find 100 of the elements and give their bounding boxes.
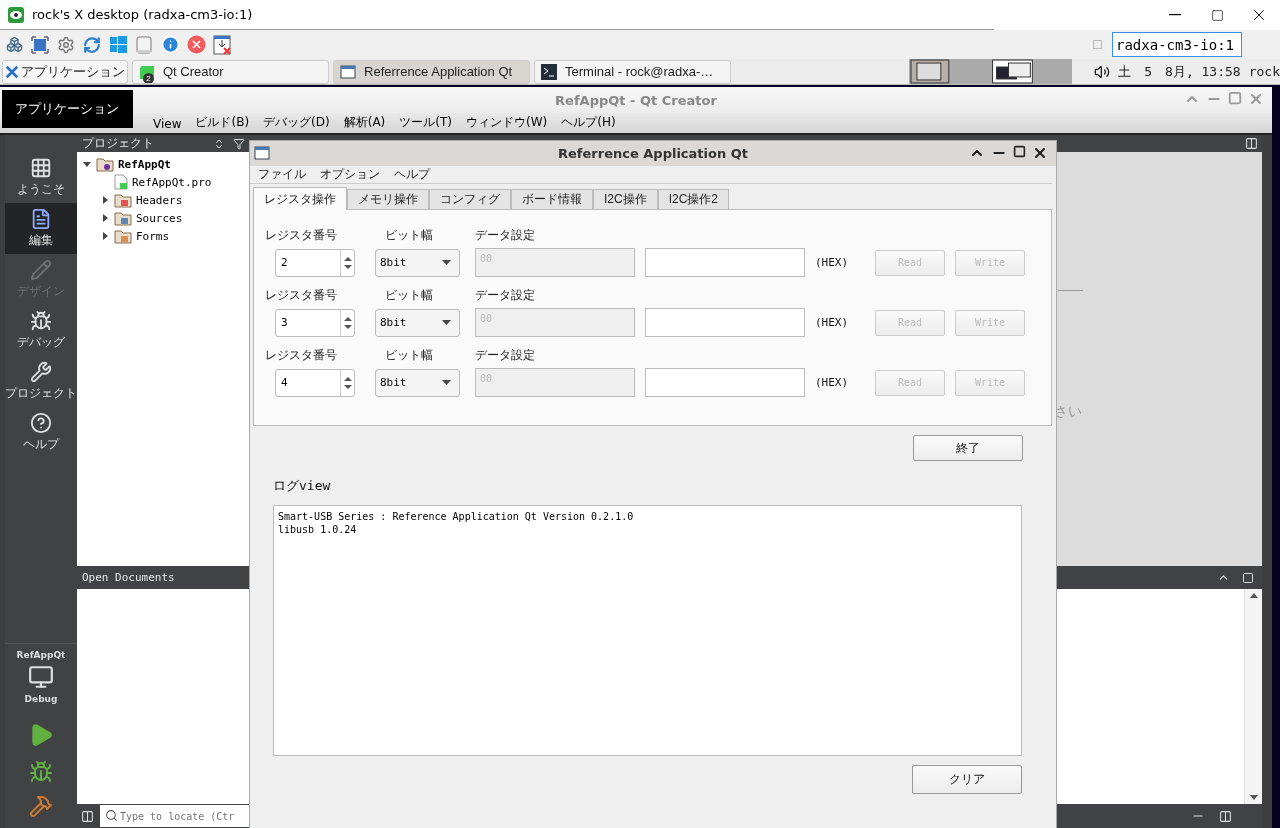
monitor-icon[interactable] xyxy=(28,664,54,690)
taskbar-task[interactable]: Referrence Application Qt xyxy=(333,59,531,84)
dropdown[interactable]: 8bit xyxy=(375,368,460,397)
locate-field[interactable]: Type to locate (Ctr xyxy=(100,805,249,827)
tab[interactable]: レジスタ操作 xyxy=(253,187,347,210)
dropdown[interactable]: 8bit xyxy=(375,308,460,337)
menu-item[interactable]: ツール(T) xyxy=(394,114,457,133)
menu-item[interactable]: ヘルプ(H) xyxy=(556,114,621,133)
refresh-icon[interactable] xyxy=(82,34,102,55)
windows-logo-icon[interactable] xyxy=(108,34,128,55)
sidebar-toggle-icon[interactable] xyxy=(1219,809,1232,823)
menu-item[interactable]: ビルド(B) xyxy=(190,114,255,133)
panel-menu-icon[interactable] xyxy=(1242,571,1254,584)
spin-box[interactable]: 2 xyxy=(275,248,355,277)
tab[interactable]: ボード情報 xyxy=(511,189,593,210)
input-field[interactable] xyxy=(645,248,805,277)
x-logo-icon xyxy=(5,63,19,80)
tab[interactable]: I2C操作 xyxy=(593,189,658,210)
spin-arrows-icon[interactable] xyxy=(343,255,352,270)
field-label: データ設定 xyxy=(475,286,536,304)
mode-button[interactable]: 編集 xyxy=(5,203,77,254)
spin-box[interactable]: 4 xyxy=(275,368,355,397)
fullscreen-icon[interactable] xyxy=(30,34,50,55)
tab[interactable]: メモリ操作 xyxy=(347,189,429,210)
caret-icon xyxy=(442,320,451,325)
help-icon xyxy=(30,412,52,434)
field-label: ビット幅 xyxy=(385,286,434,304)
collapsed-arrow-icon[interactable] xyxy=(100,231,110,241)
document-icon xyxy=(30,208,52,230)
tree-item[interactable]: Sources xyxy=(136,211,183,225)
kit-config-label: Debug xyxy=(24,694,58,704)
wrench-icon xyxy=(30,361,52,383)
disconnect-icon[interactable] xyxy=(186,34,206,55)
collapsed-arrow-icon[interactable] xyxy=(100,213,110,223)
expanded-arrow-icon[interactable] xyxy=(82,159,92,169)
menu-item[interactable]: ファイル xyxy=(258,166,306,183)
sort-icon[interactable] xyxy=(213,137,225,150)
taskbar-task[interactable]: Terminal - rock@radxa-… xyxy=(534,59,732,84)
tree-item[interactable]: RefAppQt.pro xyxy=(132,175,212,189)
split-icon[interactable] xyxy=(1245,137,1258,150)
folder-icon xyxy=(114,210,132,226)
minimize-icon xyxy=(1169,14,1181,16)
small-square-icon xyxy=(1093,40,1102,49)
clear-button[interactable]: クリア xyxy=(912,765,1022,794)
scrollbar[interactable] xyxy=(1244,589,1262,804)
tree-item[interactable]: RefAppQt xyxy=(118,157,171,171)
tree-item[interactable]: Forms xyxy=(136,229,170,243)
sidebar-toggle-icon[interactable] xyxy=(81,809,94,823)
menu-item[interactable]: 解析(A) xyxy=(338,114,391,133)
mode-button[interactable]: デバッグ xyxy=(5,305,77,356)
filter-icon[interactable] xyxy=(233,137,245,150)
taskbar-task[interactable]: 2 Qt Creator xyxy=(132,59,330,84)
build-icon[interactable] xyxy=(29,794,53,818)
window-title: Referrence Application Qt xyxy=(558,146,748,161)
scroll-down-icon[interactable] xyxy=(1249,795,1258,800)
maximize-button[interactable] xyxy=(1013,145,1026,158)
input-field[interactable] xyxy=(645,368,805,397)
spin-arrows-icon[interactable] xyxy=(343,315,352,330)
applications-menu-button[interactable]: アプリケーション xyxy=(2,59,128,84)
spin-arrows-icon[interactable] xyxy=(343,375,352,390)
window-title: RefAppQt - Qt Creator xyxy=(555,92,717,108)
menu-item[interactable]: デバッグ(D) xyxy=(258,114,335,133)
exit-button[interactable]: 終了 xyxy=(913,435,1023,461)
workspace-pager-drawing[interactable] xyxy=(909,59,1073,84)
mode-button[interactable]: ようこそ xyxy=(5,152,77,203)
host-field[interactable]: radxa-cm3-io:1 xyxy=(1112,32,1242,57)
caret-icon xyxy=(442,380,451,385)
close-button[interactable] xyxy=(1032,145,1048,161)
terminal-icon xyxy=(541,63,558,80)
scroll-up-icon[interactable] xyxy=(1249,593,1258,598)
settings-icon[interactable] xyxy=(56,34,76,55)
mode-button[interactable]: プロジェクト xyxy=(5,356,77,407)
tree-item[interactable]: Headers xyxy=(136,193,183,207)
download-window-icon[interactable] xyxy=(212,34,232,55)
tab[interactable]: コンフィグ xyxy=(429,189,511,210)
log-line: Smart-USB Series : Reference Application Qt Version 0.2.1.0 xyxy=(278,510,635,523)
collapsed-arrow-icon[interactable] xyxy=(100,195,110,205)
menu-item[interactable]: オプション xyxy=(320,166,380,183)
spin-box[interactable]: 3 xyxy=(275,308,355,337)
log-label: ログview xyxy=(273,477,331,495)
menu-item[interactable]: ウィンドウ(W) xyxy=(461,114,553,133)
tab[interactable]: I2C操作2 xyxy=(657,189,730,210)
menu-item[interactable]: View xyxy=(148,117,187,133)
debug-run-icon[interactable] xyxy=(29,760,53,784)
dropdown[interactable]: 8bit xyxy=(375,248,460,277)
tooltip-text: アプリケーション xyxy=(15,100,119,118)
field-label: レジスタ番号 xyxy=(265,346,338,364)
maximize-icon xyxy=(1210,8,1224,22)
info-icon[interactable] xyxy=(160,34,180,55)
mode-button[interactable]: ヘルプ xyxy=(5,407,77,458)
field-label: データ設定 xyxy=(475,346,536,364)
cubes-icon[interactable] xyxy=(4,34,24,55)
hex-label: (HEX) xyxy=(815,376,850,389)
input-field[interactable] xyxy=(645,308,805,337)
search-icon xyxy=(105,809,118,822)
menu-item[interactable]: ヘルプ xyxy=(394,166,430,183)
hex-label: (HEX) xyxy=(815,256,850,269)
field-label: ビット幅 xyxy=(385,346,434,364)
pencil-icon xyxy=(30,259,52,281)
hex-label: (HEX) xyxy=(815,316,850,329)
